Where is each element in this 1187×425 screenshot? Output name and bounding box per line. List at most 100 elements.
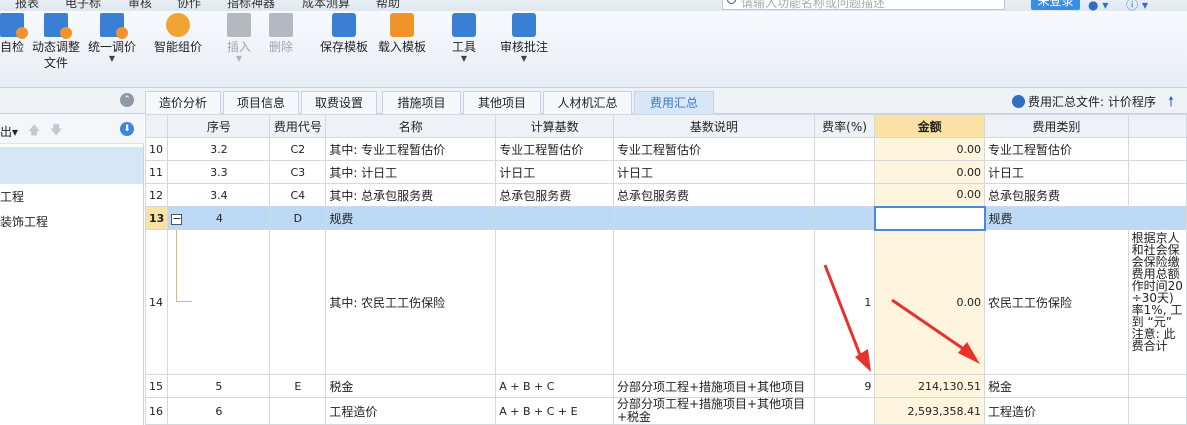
- tools-button[interactable]: 工具 ▼: [450, 11, 478, 63]
- cell-name[interactable]: 其中: 专业工程暂估价: [325, 137, 497, 161]
- cell-seq[interactable]: [167, 229, 271, 375]
- table-row[interactable]: 11 3.3 C3 其中: 计日工 计日工 计日工 0.00 计日工: [144, 160, 1187, 184]
- cell-name[interactable]: 其中: 总承包服务费: [325, 183, 497, 207]
- top-right-icons[interactable]: ● ▾ ⓘ ▾: [1088, 0, 1148, 11]
- cell-name[interactable]: 其中: 计日工: [325, 160, 497, 184]
- tab-fee-summary[interactable]: 费用汇总: [634, 91, 714, 114]
- cell-seq[interactable]: 5: [167, 374, 271, 398]
- tree-item[interactable]: 工程: [0, 188, 24, 205]
- collapse-minus-icon[interactable]: −: [171, 213, 183, 225]
- cell-extra[interactable]: [1127, 183, 1187, 207]
- dynamic-adjust-button[interactable]: 动态调整 文件: [30, 11, 82, 71]
- tree-item-selected[interactable]: [0, 147, 143, 184]
- save-template-button[interactable]: 保存模板: [318, 11, 370, 55]
- cell-category[interactable]: 专业工程暂估价: [984, 137, 1129, 161]
- move-up-icon[interactable]: 🡅: [28, 121, 40, 142]
- table-row[interactable]: 16 6 工程造价 A + B + C + E 分部分项工程+措施项目+其他项目…: [144, 397, 1187, 425]
- cell-seq[interactable]: 3.4: [167, 183, 271, 207]
- menu-report[interactable]: 报表: [15, 0, 39, 11]
- tab-project-info[interactable]: 项目信息: [223, 91, 299, 114]
- col-base[interactable]: 计算基数: [495, 114, 614, 138]
- table-row[interactable]: 15 5 E 税金 A + B + C 分部分项工程+措施项目+其他项目 9 2…: [144, 374, 1187, 398]
- menu-audit[interactable]: 审核: [128, 0, 152, 11]
- cell-desc[interactable]: 总承包服务费: [613, 183, 815, 207]
- cell-desc[interactable]: 计日工: [613, 160, 815, 184]
- cell-seq[interactable]: − 4: [167, 206, 271, 230]
- tab-labor-material[interactable]: 人材机汇总: [543, 91, 632, 114]
- cell-rate[interactable]: [813, 137, 876, 161]
- col-name[interactable]: 名称: [325, 114, 497, 138]
- arrow-up-icon[interactable]: 🠕: [1168, 91, 1174, 115]
- tree-item[interactable]: 装饰工程: [0, 213, 48, 230]
- user-icon[interactable]: ●: [1088, 0, 1098, 11]
- cell-base[interactable]: 计日工: [495, 160, 614, 184]
- cell-extra[interactable]: [1127, 206, 1187, 230]
- cell-base[interactable]: [495, 206, 614, 230]
- menu-collab[interactable]: 协作: [177, 0, 201, 11]
- cell-amount[interactable]: 0.00: [874, 160, 986, 184]
- collapse-up-icon[interactable]: ⌃: [120, 93, 134, 107]
- table-row-selected[interactable]: 13 − 4 D 规费 规费: [144, 205, 1187, 231]
- table-row[interactable]: 14 其中: 农民工工伤保险 1 0.00 农民工工伤保险 根据京人 和社会保 …: [144, 229, 1187, 375]
- menu-cost-calc[interactable]: 成本测算: [302, 0, 350, 11]
- cell-code[interactable]: D: [269, 206, 327, 230]
- cell-amount[interactable]: [873, 205, 986, 231]
- cell-code[interactable]: [269, 229, 327, 375]
- cell-desc[interactable]: [613, 206, 815, 230]
- cell-extra[interactable]: [1127, 137, 1187, 161]
- cell-category[interactable]: 计日工: [984, 160, 1129, 184]
- cell-category[interactable]: 工程造价: [984, 397, 1129, 425]
- cell-base[interactable]: A + B + C + E: [495, 397, 614, 425]
- cell-base[interactable]: 总承包服务费: [495, 183, 614, 207]
- cell-amount[interactable]: 2,593,358.41: [874, 397, 986, 425]
- cell-amount[interactable]: 0.00: [874, 183, 986, 207]
- cell-desc[interactable]: 分部分项工程+措施项目+其他项目+税金: [613, 397, 815, 425]
- cell-rate[interactable]: [813, 160, 876, 184]
- col-rate[interactable]: 费率(%): [813, 114, 876, 138]
- cell-base[interactable]: 专业工程暂估价: [495, 137, 614, 161]
- cell-code[interactable]: E: [269, 374, 327, 398]
- cell-base[interactable]: [495, 229, 614, 375]
- col-desc[interactable]: 基数说明: [613, 114, 815, 138]
- load-template-button[interactable]: 载入模板: [376, 11, 428, 55]
- menu-help[interactable]: 帮助: [376, 0, 400, 11]
- delete-button[interactable]: 删除: [267, 11, 295, 55]
- cell-name[interactable]: 税金: [325, 374, 497, 398]
- cell-category[interactable]: 农民工工伤保险: [984, 229, 1129, 375]
- cell-rate[interactable]: 1: [813, 229, 876, 375]
- chevron-down-icon[interactable]: ▾: [1102, 0, 1108, 11]
- smart-price-button[interactable]: 智能组价: [152, 11, 204, 55]
- tab-cost-analysis[interactable]: 造价分析: [145, 91, 221, 114]
- move-down-icon[interactable]: 🡇: [50, 121, 62, 142]
- cell-desc[interactable]: 分部分项工程+措施项目+其他项目: [613, 374, 815, 398]
- cell-desc[interactable]: [613, 229, 815, 375]
- tab-fee-settings[interactable]: 取费设置: [301, 91, 377, 114]
- cell-category[interactable]: 总承包服务费: [984, 183, 1129, 207]
- info-icon[interactable]: ⓘ: [1126, 0, 1138, 11]
- unified-price-button[interactable]: 统一调价 ▼: [86, 11, 138, 63]
- export-button[interactable]: 出▾: [0, 123, 18, 140]
- summary-file-label[interactable]: 费用汇总文件: 计价程序: [1012, 93, 1156, 110]
- cell-rate[interactable]: [813, 397, 876, 425]
- cell-extra[interactable]: [1127, 397, 1187, 425]
- cell-rate[interactable]: [813, 206, 876, 230]
- download-icon[interactable]: ⬇: [120, 122, 134, 136]
- cell-base[interactable]: A + B + C: [495, 374, 614, 398]
- cell-amount[interactable]: 214,130.51: [874, 374, 986, 398]
- menu-e-bid[interactable]: 电子标: [65, 0, 101, 11]
- cell-amount[interactable]: 0.00: [874, 229, 986, 375]
- cell-name[interactable]: 工程造价: [325, 397, 497, 425]
- cell-extra[interactable]: [1127, 160, 1187, 184]
- self-check-button[interactable]: 自检: [0, 11, 28, 55]
- login-button[interactable]: 未登录: [1031, 0, 1080, 10]
- search-input[interactable]: 请输入功能名称或问题描述: [722, 0, 1005, 10]
- col-seq[interactable]: 序号: [167, 114, 271, 138]
- col-code[interactable]: 费用代号: [269, 114, 327, 138]
- cell-name[interactable]: 其中: 农民工工伤保险: [325, 229, 497, 375]
- review-note-button[interactable]: 审核批注 ▼: [498, 11, 550, 63]
- table-row[interactable]: 12 3.4 C4 其中: 总承包服务费 总承包服务费 总承包服务费 0.00 …: [144, 183, 1187, 207]
- cell-rate[interactable]: 9: [813, 374, 876, 398]
- cell-code[interactable]: C3: [269, 160, 327, 184]
- cell-name[interactable]: 规费: [325, 206, 497, 230]
- cell-remark[interactable]: 根据京人 和社会保 会保险缴 费用总额 作时间20 ÷30天) 率1%, 工 到…: [1127, 229, 1187, 375]
